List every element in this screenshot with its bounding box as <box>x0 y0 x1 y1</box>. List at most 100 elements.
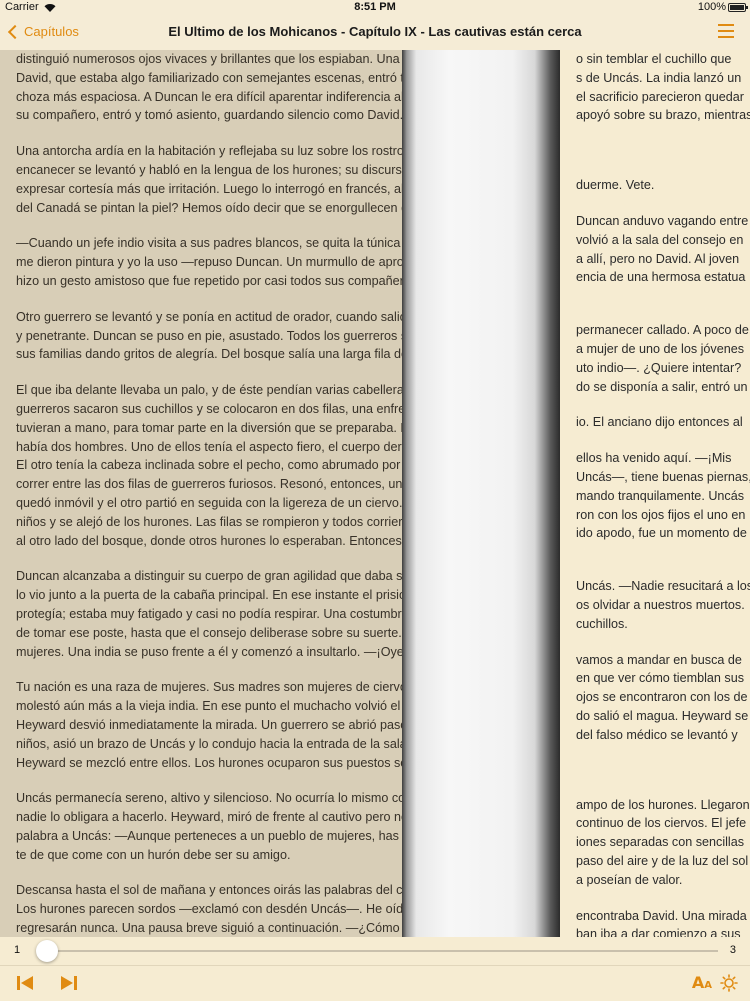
table-of-contents-button[interactable] <box>718 23 734 39</box>
text-line: —Cuando un jefe indio visita a sus padre… <box>16 236 402 251</box>
text-line: permanecer callado. A poco de <box>576 323 749 338</box>
text-line: continuo de los ciervos. El jefe <box>576 816 747 831</box>
text-line: Uncás. —Nadie resucitará a los <box>576 579 750 594</box>
text-line: ampo de los hurones. Llegaron <box>576 797 750 812</box>
text-line: nadie lo obligara a hacerlo. Heyward, mi… <box>16 810 402 825</box>
text-line: iones separadas con sencillas <box>576 835 745 850</box>
text-line: cuchillos. <box>576 616 628 631</box>
text-line: tuvieran a mano, para tomar parte en la … <box>16 420 402 435</box>
text-line: s de Uncás. La india lanzó un <box>576 70 742 85</box>
scrubber-end-label: 3 <box>729 944 736 956</box>
text-line: encia de una hermosa estatua <box>576 270 746 285</box>
text-line: encanecer se levantó y habló en la lengu… <box>16 162 402 177</box>
battery-percentage: 100% <box>697 1 726 13</box>
text-line: correr entre las dos filas de guerreros … <box>16 477 402 492</box>
text-line: El otro tenía la cabeza inclinada sobre … <box>16 458 402 473</box>
left-page-text: distinguió numerosos ojos vivaces y bril… <box>16 50 402 937</box>
text-line: Tu nación es una raza de mujeres. Sus ma… <box>16 680 402 695</box>
status-time: 8:51 PM <box>354 1 396 13</box>
text-line: a poseían de valor. <box>576 872 683 887</box>
text-line: niños, asió un brazo de Uncás y lo condu… <box>16 736 402 751</box>
left-page[interactable]: distinguió numerosos ojos vivaces y bril… <box>0 50 402 937</box>
battery-icon <box>728 3 748 12</box>
text-line: Uncás permanecía sereno, altivo y silenc… <box>16 791 402 806</box>
text-line: os olvidar a nuestros muertos. <box>576 597 745 612</box>
text-line: uto indio—. ¿Quiere intentar? <box>576 360 742 375</box>
scrubber-knob[interactable] <box>36 940 58 962</box>
text-line: a allí, pero no David. Al joven <box>576 251 740 266</box>
text-line: ojos se encontraron con los de <box>576 690 748 705</box>
page-curl[interactable] <box>402 50 560 937</box>
status-bar: Carrier 8:51 PM 100% <box>0 0 750 14</box>
text-line: mando tranquilamente. Uncás <box>576 488 745 503</box>
text-line: mujeres. Una india se puso frente a él y… <box>16 644 402 659</box>
text-line: guerreros sacaron sus cuchillos y se col… <box>16 401 402 416</box>
previous-chapter-icon[interactable] <box>16 975 34 991</box>
text-line: protegía; estaba muy fatigado y casi no … <box>16 606 402 621</box>
chapter-title: El Ultimo de los Mohicanos - Capítulo IX… <box>168 24 582 39</box>
text-line: David, que estaba algo familiarizado con… <box>16 70 402 85</box>
text-line: del Canadá se pintan la piel? Hemos oído… <box>16 200 402 215</box>
text-line: encontraba David. Una mirada <box>576 908 747 923</box>
text-line: había dos hombres. Uno de ellos tenía el… <box>16 439 402 454</box>
text-line: hizo un gesto amistoso que fue repetido … <box>16 273 402 288</box>
text-line: io. El anciano dijo entonces al <box>576 415 743 430</box>
text-line: Heyward se mezcló entre ellos. Los huron… <box>16 755 402 770</box>
text-line: del falso médico se levantó y <box>576 727 738 742</box>
text-line: distinguió numerosos ojos vivaces y bril… <box>16 52 402 66</box>
text-line: Descansa hasta el sol de mañana y entonc… <box>16 883 402 898</box>
text-line: sus familias dando gritos de alegría. De… <box>16 347 402 362</box>
text-line: Duncan anduvo vagando entre <box>576 213 749 228</box>
text-line: niños y se alejó de los hurones. Las fil… <box>16 514 402 529</box>
text-line: regresarán nunca. Una pausa breve siguió… <box>16 921 402 936</box>
text-line: ellos ha venido aquí. —¡Mis <box>576 451 732 466</box>
text-line: Heyward desvió inmediatamente la mirada.… <box>16 717 402 732</box>
text-line: ban iba a dar comienzo a sus <box>576 927 741 937</box>
text-line: ido apodo, fue un momento de <box>576 526 747 541</box>
text-line: lo vio junto a la puerta de la cabaña pr… <box>16 588 402 603</box>
text-line: de tomar ese poste, hasta que el consejo… <box>16 625 402 640</box>
text-line: en que ver cómo tiemblan sus <box>576 671 745 686</box>
text-line: vamos a mandar en busca de <box>576 652 742 667</box>
text-line: Otro guerrero se levantó y se ponía en a… <box>16 309 402 324</box>
brightness-icon[interactable] <box>720 974 738 992</box>
text-line: Una antorcha ardía en la habitación y re… <box>16 144 402 159</box>
right-page[interactable]: o sin temblar el cuchillo que s de Uncás.… <box>560 50 750 937</box>
text-line: el sacrificio parecieron quedar <box>576 89 745 104</box>
text-line: expresar cortesía más que irritación. Lu… <box>16 181 402 196</box>
right-page-text: o sin temblar el cuchillo que s de Uncás.… <box>576 50 750 937</box>
font-size-icon[interactable]: AA <box>692 973 712 992</box>
text-line: do se disponía a salir, entró un <box>576 379 748 394</box>
text-line: choza más espaciosa. A Duncan le era dif… <box>16 89 402 104</box>
text-line: Uncás—, tiene buenas piernas, <box>576 469 750 484</box>
text-line: y penetrante. Duncan se puso en pie, asu… <box>16 328 402 343</box>
text-line: paso del aire y de la luz del sol <box>576 853 749 868</box>
page-scrubber: 1 3 <box>0 937 750 965</box>
nav-bar: Capítulos El Ultimo de los Mohicanos - C… <box>0 14 750 51</box>
text-line: volvió a la sala del consejo en <box>576 232 744 247</box>
text-line: a mujer de uno de los jóvenes <box>576 341 745 356</box>
scrubber-track[interactable] <box>38 950 718 952</box>
text-line: su compañero, entró y tomó asiento, guar… <box>16 108 402 123</box>
text-line: apoyó sobre su brazo, mientras <box>576 108 750 123</box>
next-chapter-icon[interactable] <box>60 975 78 991</box>
scrubber-start-label: 1 <box>14 944 21 956</box>
text-line: palabra a Uncás: —Aunque perteneces a un… <box>16 828 402 843</box>
